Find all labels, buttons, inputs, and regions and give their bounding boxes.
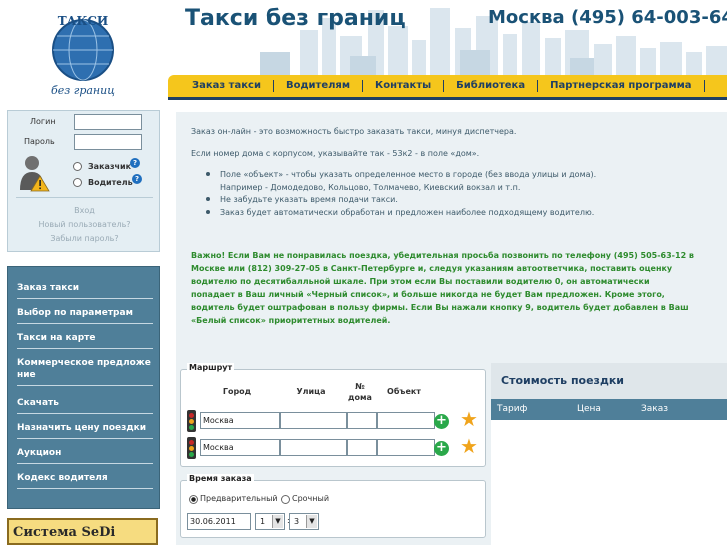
route-row-1-street-input[interactable] [280, 412, 347, 429]
driver-radio[interactable] [73, 178, 82, 187]
order-time-legend: Время заказа [187, 474, 254, 483]
new-user-link[interactable]: Новый пользователь? [8, 220, 161, 229]
login-divider [16, 197, 153, 198]
route-row-1-object-input[interactable] [377, 412, 435, 429]
side-item-set-price[interactable]: Назначить цену поездки [17, 422, 153, 439]
side-menu: Заказ такси Выбор по параметрам Такси на… [7, 266, 160, 509]
traffic-light-icon [187, 410, 196, 432]
bullet-auto-process: Заказ будет автоматически обработан и пр… [206, 206, 640, 219]
side-item-driver-code[interactable]: Кодекс водителя [17, 472, 153, 489]
order-time-fieldset: Время заказа Предварительный Срочный 30.… [180, 474, 486, 538]
route-row-2-city-input[interactable]: Москва [200, 439, 280, 456]
header: ТАКСИ без границ Такси без границ Москва… [0, 0, 727, 102]
logo-bottom-text: без границ [51, 84, 115, 97]
route-row-2-house-input[interactable] [347, 439, 377, 456]
preliminary-label: Предварительный [200, 494, 278, 503]
col-city-header: Город [222, 387, 252, 396]
route-row-2-object-input[interactable] [377, 439, 435, 456]
bullet-object-field: Поле «объект» - чтобы указать определенн… [206, 168, 640, 194]
password-input[interactable] [74, 134, 142, 150]
favorite-star-icon[interactable]: ★ [460, 436, 478, 456]
logo-top-text: ТАКСИ [58, 14, 109, 28]
phone-number: Москва (495) 64-003-64 [488, 7, 727, 28]
password-label: Пароль [24, 137, 55, 146]
intro-text: Заказ он-лайн - это возможность быстро з… [191, 127, 517, 136]
route-row-2-street-input[interactable] [280, 439, 347, 456]
route-row-1-city-input[interactable]: Москва [200, 412, 280, 429]
user-avatar-icon [20, 156, 50, 192]
col-street-header: Улица [296, 387, 326, 396]
add-point-icon[interactable]: + [434, 441, 449, 456]
side-item-commercial-offer[interactable]: Коммерческое предложение [17, 357, 153, 386]
urgent-label: Срочный [292, 494, 330, 503]
site-title: Такси без границ [185, 6, 406, 31]
col-tariff-header: Тариф [497, 404, 528, 414]
col-order-header: Заказ [641, 404, 669, 414]
login-box: Логин Пароль Заказчик ? Водитель ? Вход … [7, 110, 160, 252]
favorite-star-icon[interactable]: ★ [460, 409, 478, 429]
menu-item-order-taxi[interactable]: Заказ такси [180, 80, 274, 92]
sedi-banner[interactable]: Система SeDi [7, 518, 158, 545]
chevron-down-icon[interactable]: ▼ [272, 515, 283, 528]
top-menu: Заказ такси Водителям Контакты Библиотек… [168, 75, 727, 97]
customer-help-icon[interactable]: ? [130, 158, 140, 168]
logo-globe-icon: ТАКСИ без границ [51, 14, 115, 97]
menu-divider [168, 97, 727, 100]
hour-value: 1 [260, 517, 266, 526]
minute-value: 3 [294, 517, 300, 526]
driver-help-icon[interactable]: ? [132, 174, 142, 184]
route-row-1-house-input[interactable] [347, 412, 377, 429]
side-item-choose-parameters[interactable]: Выбор по параметрам [17, 307, 153, 324]
menu-item-contacts[interactable]: Контакты [363, 80, 445, 92]
customer-label: Заказчик [88, 162, 132, 171]
enter-link[interactable]: Вход [8, 206, 161, 215]
important-notice: Важно! Если Вам не понравилась поездка, … [191, 251, 694, 325]
side-item-download[interactable]: Скачать [17, 397, 153, 414]
route-fieldset: Маршрут Город Улица № дома Объект Москва… [180, 363, 486, 467]
traffic-light-icon [187, 437, 196, 459]
col-house-header: № дома [348, 382, 372, 402]
hour-select[interactable]: 1 ▼ [255, 513, 285, 530]
house-hint-text: Если номер дома с корпусом, указывайте т… [191, 149, 480, 158]
route-legend: Маршрут [187, 363, 235, 372]
menu-item-drivers[interactable]: Водителям [274, 80, 364, 92]
login-label: Логин [30, 117, 56, 126]
col-price-header: Цена [577, 404, 601, 414]
minute-select[interactable]: 3 ▼ [289, 513, 319, 530]
cost-panel: Стоимость поездки Тариф Цена Заказ [491, 363, 727, 545]
add-point-icon[interactable]: + [434, 414, 449, 429]
chevron-down-icon[interactable]: ▼ [306, 515, 317, 528]
urgent-radio[interactable] [281, 495, 290, 504]
forgot-password-link[interactable]: Забыли пароль? [8, 234, 161, 243]
menu-item-library[interactable]: Библиотека [444, 80, 539, 92]
bullet-time: Не забудьте указать время подачи такси. [206, 193, 640, 206]
side-item-auction[interactable]: Аукцион [17, 447, 153, 464]
col-object-header: Объект [387, 387, 421, 396]
cost-table-header: Тариф Цена Заказ [491, 399, 727, 420]
menu-item-partner-program[interactable]: Партнерская программа [538, 80, 705, 92]
preliminary-radio[interactable] [189, 495, 198, 504]
date-input[interactable]: 30.06.2011 [187, 513, 251, 530]
side-item-order-taxi[interactable]: Заказ такси [17, 282, 153, 299]
customer-radio[interactable] [73, 162, 82, 171]
side-item-taxi-on-map[interactable]: Такси на карте [17, 332, 153, 349]
driver-label: Водитель [88, 178, 133, 187]
login-input[interactable] [74, 114, 142, 130]
cost-title: Стоимость поездки [491, 363, 727, 399]
